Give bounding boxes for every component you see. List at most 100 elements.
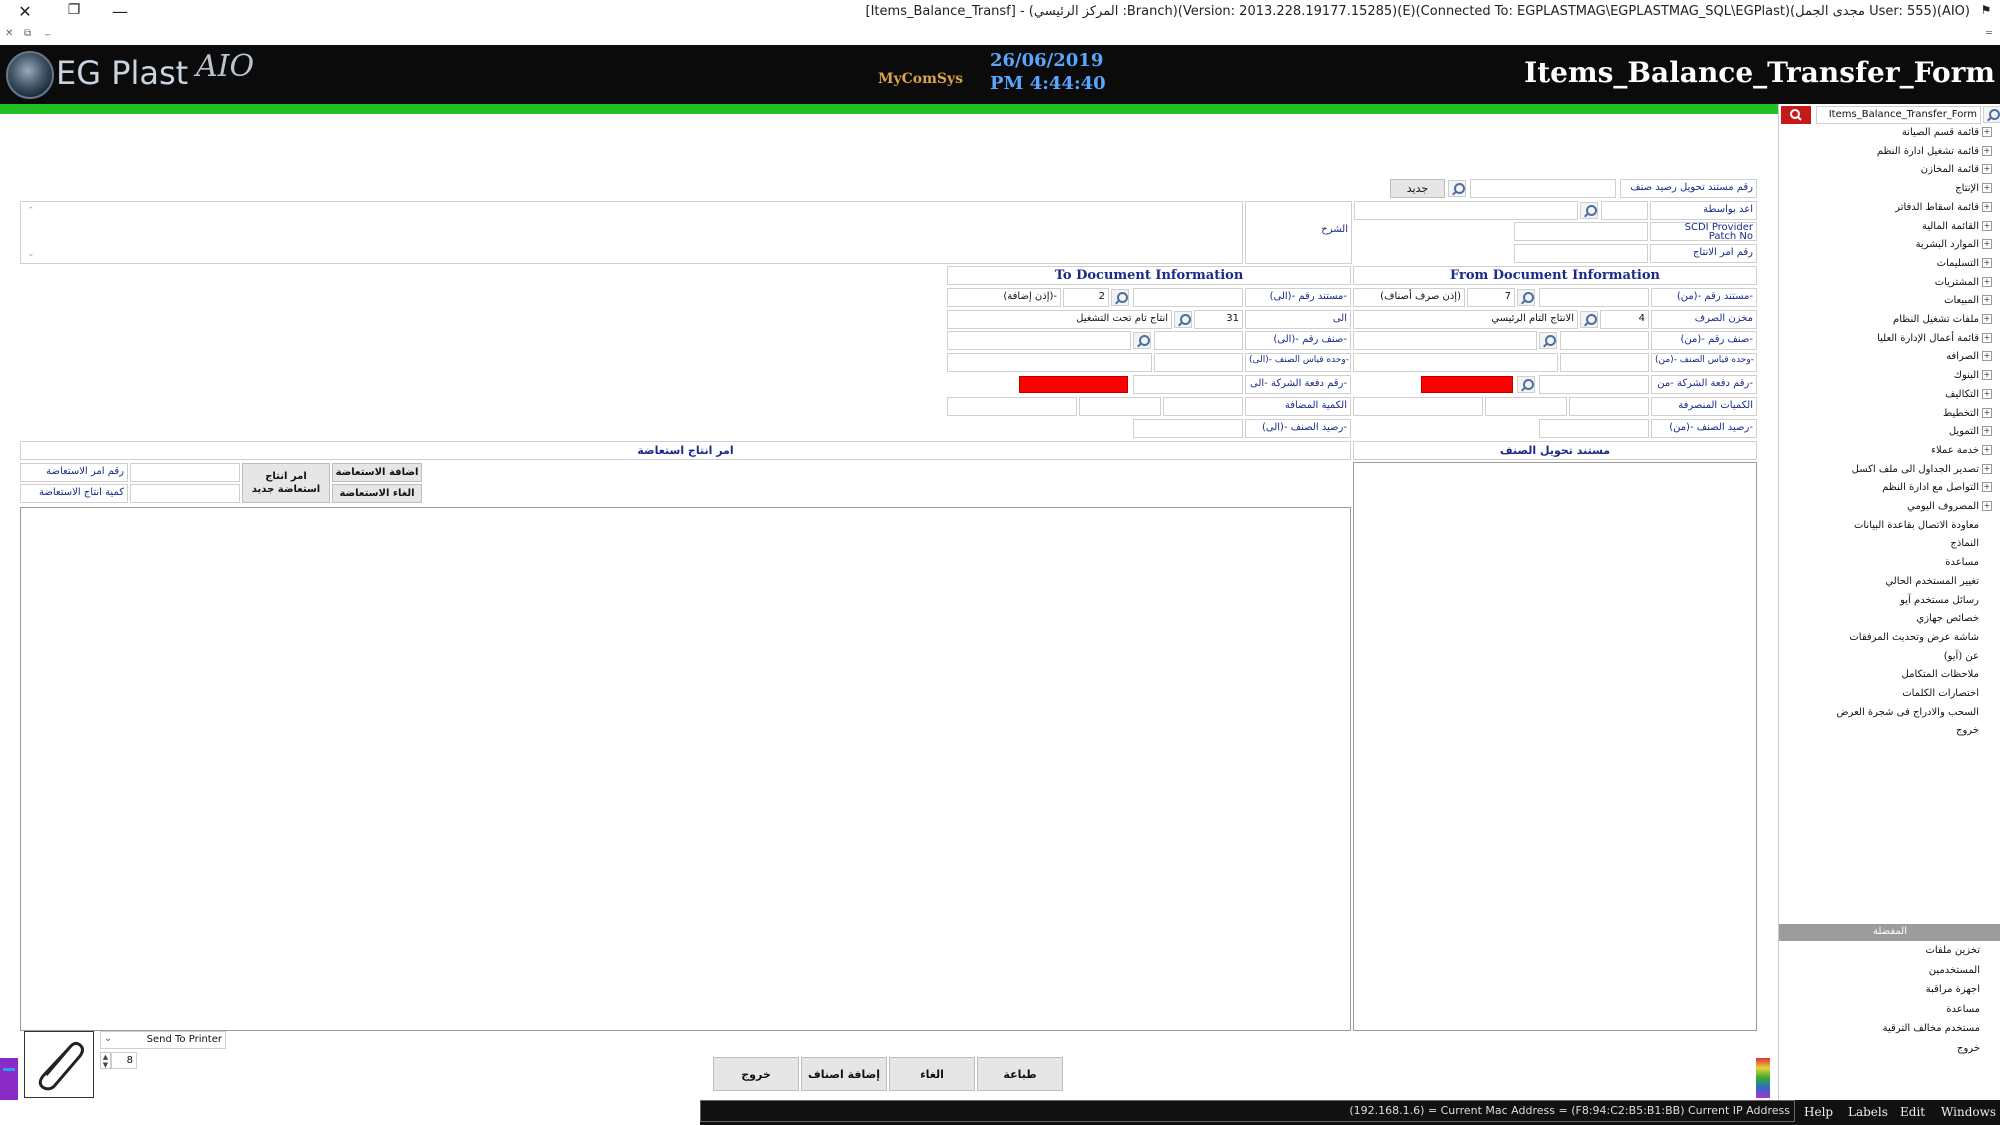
expand-icon[interactable]: + [1982,314,1992,324]
to-batch-input[interactable] [1133,375,1243,394]
menu-edit[interactable]: Edit [1900,1105,1925,1119]
printer-select[interactable]: ⌄ Send To Printer [100,1031,226,1049]
recovery-grid[interactable] [20,507,1351,1031]
sidebar-search-button[interactable] [1781,106,1811,124]
recovery-qty-input[interactable] [130,484,240,503]
sidebar-tree-item[interactable]: خصائص جهازي [1916,613,1992,624]
from-doc-no-input[interactable]: 7 [1467,288,1515,307]
sidebar-tree-item[interactable]: التسليمات + [1937,257,1992,269]
sidebar-tree-item[interactable]: قائمة تشغيل ادارة النظم + [1877,145,1992,157]
expand-icon[interactable]: + [1982,201,1992,212]
prod-order-input[interactable] [1514,244,1648,263]
sidebar-tree-item[interactable]: الإنتاج + [1955,183,1992,194]
sidebar-tree-item[interactable]: التخطيط + [1943,407,1992,419]
favorite-item[interactable]: مستخدم مخالف الترقية [1883,1023,1980,1034]
to-unit-input[interactable] [1154,353,1243,372]
expand-icon[interactable]: + [1982,388,1992,399]
favorite-item[interactable]: خروج [1957,1043,1980,1054]
sidebar-tree-item[interactable]: المشتريات + [1935,276,1992,288]
to-qty-input-2[interactable] [1079,397,1161,416]
copies-input[interactable]: 8 [111,1052,137,1069]
expand-icon[interactable]: + [1982,257,1992,268]
sidebar-tree-item[interactable]: قائمة المخازن + [1921,164,1992,175]
to-doc-no-input[interactable]: 2 [1063,288,1109,307]
to-item-search-icon[interactable] [1133,332,1151,349]
sidebar-tree-item[interactable]: التمويل + [1949,426,1992,437]
favorite-item[interactable]: المستخدمين [1929,965,1980,976]
expand-icon[interactable]: + [1982,220,1992,231]
new-recovery-button[interactable]: امر انتاج استعاضة جديد [242,463,330,503]
sidebar-tree-item[interactable]: النماذج [1950,538,1992,549]
to-doc-search-icon[interactable] [1111,289,1129,306]
from-qty-input-3[interactable] [1353,397,1483,416]
menu-windows[interactable]: Windows [1941,1105,1996,1119]
sidebar-tree-item[interactable]: البنوك + [1954,370,1992,381]
expand-icon[interactable]: + [1982,145,1992,156]
expand-icon[interactable]: + [1982,295,1992,306]
notes-textarea[interactable]: ⌃ ⌄ [20,201,1243,264]
expand-icon[interactable]: + [1982,370,1992,381]
sidebar-tree-item[interactable]: ملفات تشغيل النظام + [1893,314,1992,325]
sidebar-tree-item[interactable]: شاشة عرض وتحديث المرفقات [1849,632,1992,643]
add-items-button[interactable]: إضافة اصناف [801,1057,887,1091]
from-store-code-input[interactable]: 4 [1600,310,1649,329]
sidebar-tree-item[interactable]: خروج [1956,725,1992,736]
sidebar-tree-item[interactable]: عن (آيو) [1944,651,1992,662]
to-qty-input-3[interactable] [947,397,1077,416]
sidebar-tree-item[interactable]: مساعدة [1945,557,1992,568]
sidebar-tree-item[interactable]: المبيعات + [1944,295,1992,306]
copies-stepper[interactable]: ▲ ▼ [100,1052,111,1069]
expand-icon[interactable]: + [1982,239,1992,250]
mdi-restore-icon[interactable]: ⧉ [24,28,31,39]
minimize-icon[interactable]: — [108,2,132,21]
scroll-down-icon[interactable]: ⌄ [27,249,35,259]
sidebar-tree-item[interactable]: خدمة عملاء + [1931,444,1992,456]
prepared-by-search-icon[interactable] [1580,202,1598,219]
from-item-code-input[interactable] [1560,331,1649,350]
menu-help[interactable]: Help [1804,1105,1833,1119]
print-button[interactable]: طباعة [977,1057,1063,1091]
expand-icon[interactable]: + [1982,482,1992,493]
expand-icon[interactable]: + [1982,183,1992,194]
new-doc-button[interactable]: جديد [1390,179,1445,198]
doc-search-icon[interactable] [1448,180,1466,197]
favorite-item[interactable]: مساعدة [1946,1004,1980,1015]
expand-icon[interactable]: + [1982,351,1992,362]
mdi-menu-icon[interactable]: ═ [1986,28,1992,39]
sidebar-tree-item[interactable]: قائمة أعمال الإدارة العليا + [1877,332,1992,344]
to-store-search-icon[interactable] [1174,311,1192,328]
scdi-input[interactable] [1514,222,1648,241]
expand-icon[interactable]: + [1982,463,1992,474]
sidebar-tree-item[interactable]: المصروف اليومي + [1907,501,1992,512]
sidebar-search-go-icon[interactable] [1983,106,2000,123]
from-unit-input[interactable] [1560,353,1649,372]
sidebar-tree-item[interactable]: القائمة المالية + [1922,220,1992,232]
expand-icon[interactable]: + [1982,164,1992,175]
favorite-item[interactable]: تخزين ملفات [1925,945,1980,956]
add-recovery-button[interactable]: اضافة الاستعاضة [332,463,422,482]
expand-icon[interactable]: + [1982,501,1992,511]
sidebar-tree-item[interactable]: التكاليف + [1945,388,1992,400]
sidebar-tree-item[interactable]: قائمة اسقاط الدفاتر + [1895,201,1992,213]
sidebar-tree-item[interactable]: الصرافه + [1946,351,1992,362]
expand-icon[interactable]: + [1982,276,1992,287]
expand-icon[interactable]: + [1982,444,1992,455]
cancel-recovery-button[interactable]: الغاء الاستعاضة [332,484,422,503]
cancel-button[interactable]: الغاء [889,1057,975,1091]
mdi-close-icon[interactable]: ✕ [5,28,13,39]
sidebar-tree-item[interactable]: اختصارات الكلمات [1902,688,1992,699]
sidebar-tree-item[interactable]: السحب والادراج فى شجرة العرض [1836,707,1992,718]
from-qty-input-2[interactable] [1485,397,1567,416]
expand-icon[interactable]: + [1982,332,1992,343]
menu-labels[interactable]: Labels [1848,1105,1888,1119]
sidebar-tree-item[interactable]: قائمة قسم الصيانة + [1902,127,1992,138]
from-item-search-icon[interactable] [1539,332,1557,349]
restore-icon[interactable]: ❐ [62,2,86,18]
sidebar-search-input[interactable]: Items_Balance_Transfer_Form [1816,106,1981,124]
doc-no-input[interactable] [1470,179,1616,198]
from-doc-search-icon[interactable] [1517,289,1535,306]
to-store-code-input[interactable]: 31 [1194,310,1243,329]
recovery-order-input[interactable] [130,463,240,482]
expand-icon[interactable]: + [1982,426,1992,437]
sidebar-tree-item[interactable]: رسائل مستخدم آيو [1900,595,1992,606]
